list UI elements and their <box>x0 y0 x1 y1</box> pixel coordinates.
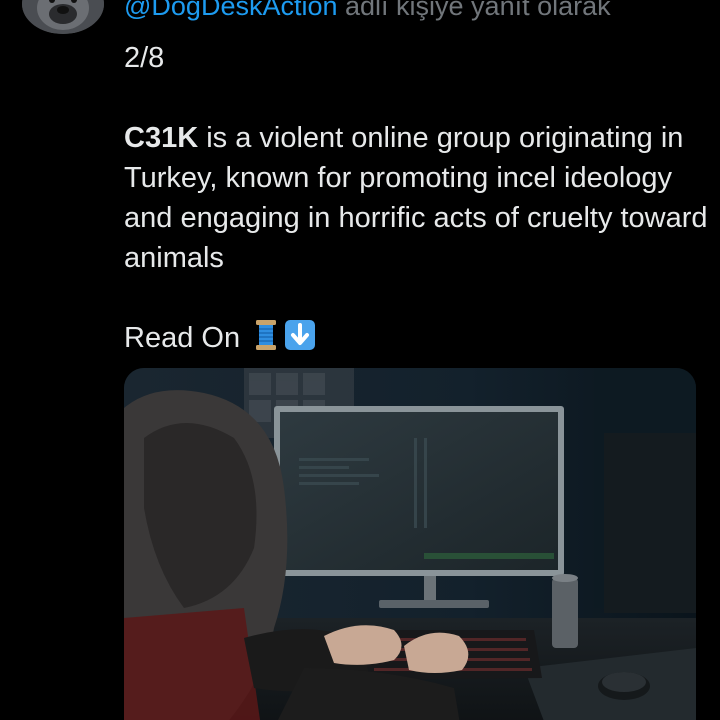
tweet-description: is a violent online group originating in… <box>124 122 708 274</box>
tweet-page: @DogDeskAction adlı kişiye yanıt olarak … <box>0 0 720 720</box>
down-arrow-icon <box>284 319 316 362</box>
tweet-text: 2/8 C31K is a violent online group origi… <box>124 38 709 362</box>
group-name: C31K <box>124 122 199 154</box>
hacker-photo <box>124 368 696 720</box>
dog-avatar-icon <box>22 0 104 34</box>
read-on-label: Read On <box>124 322 241 354</box>
read-on-row: Read On <box>124 318 709 362</box>
mention-link[interactable]: @DogDeskAction <box>124 0 338 21</box>
user-avatar[interactable] <box>22 0 104 34</box>
replying-to-line: @DogDeskAction adlı kişiye yanıt olarak <box>124 0 611 22</box>
thread-spool-icon <box>254 319 278 362</box>
tweet-media-image[interactable] <box>124 368 696 720</box>
thread-counter: 2/8 <box>124 42 165 74</box>
replying-to-label: adlı kişiye yanıt olarak <box>337 0 611 21</box>
